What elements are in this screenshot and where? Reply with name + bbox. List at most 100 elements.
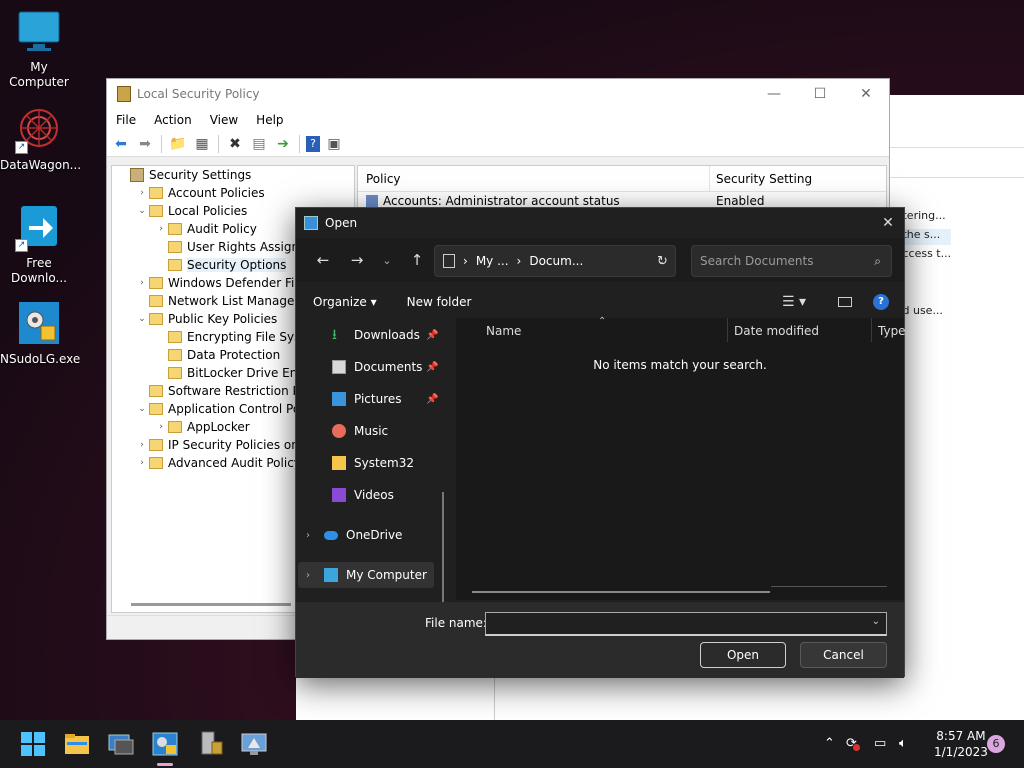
file-list: Name ⌃ Date modified Type No items match… bbox=[456, 316, 906, 600]
desktop-icon-label: NSudoLG.exe bbox=[0, 352, 81, 366]
app-settings-icon[interactable] bbox=[151, 730, 179, 766]
collapse-chevron-icon[interactable]: ⌄ bbox=[135, 314, 149, 324]
desktop-icon-nsudolg[interactable]: NSudoLG.exe bbox=[0, 300, 81, 367]
expand-chevron-icon[interactable]: › bbox=[135, 458, 149, 468]
notification-badge[interactable]: 6 bbox=[987, 735, 1005, 753]
expand-chevron-icon[interactable]: › bbox=[306, 530, 324, 541]
nav-item-system32[interactable]: System32 bbox=[332, 456, 414, 470]
download-icon: ⭳ bbox=[332, 327, 337, 343]
close-button[interactable]: ✕ bbox=[843, 86, 889, 102]
tree-item-label: Audit Policy bbox=[187, 222, 257, 236]
tree-item[interactable]: › Account Policies bbox=[112, 184, 354, 202]
console-icon[interactable]: ▣ bbox=[324, 134, 344, 154]
delete-icon[interactable]: ✖ bbox=[225, 134, 245, 154]
column-security-setting[interactable]: Security Setting bbox=[710, 172, 812, 186]
nav-item-music[interactable]: Music bbox=[332, 424, 388, 438]
list-header: Policy Security Setting bbox=[358, 166, 886, 192]
cancel-button[interactable]: Cancel bbox=[800, 642, 887, 668]
breadcrumb-my-computer[interactable]: My ... bbox=[476, 254, 509, 268]
back-arrow-icon[interactable]: ← bbox=[306, 251, 340, 269]
properties-icon[interactable]: ▤ bbox=[249, 134, 269, 154]
file-name-input[interactable]: ⌄ bbox=[485, 612, 887, 636]
desktop-icon-label: Free Downlo... bbox=[11, 256, 67, 285]
desktop-icon-my-computer[interactable]: My Computer bbox=[0, 8, 78, 90]
start-button-windows-icon[interactable] bbox=[19, 730, 47, 758]
nav-item-downloads[interactable]: ⭳ Downloads 📌 bbox=[332, 327, 438, 343]
videos-icon bbox=[332, 488, 346, 502]
back-arrow-icon[interactable]: ⬅ bbox=[111, 134, 131, 154]
file-name-dropdown-icon[interactable]: ⌄ bbox=[872, 616, 880, 627]
task-view-icon[interactable] bbox=[107, 730, 135, 758]
collapse-chevron-icon[interactable]: ⌄ bbox=[135, 206, 149, 216]
tree-item-label: Public Key Policies bbox=[168, 312, 278, 326]
maximize-button[interactable]: ☐ bbox=[797, 86, 843, 102]
organize-button[interactable]: Organize ▾ bbox=[296, 295, 377, 309]
nav-item-pictures[interactable]: Pictures 📌 bbox=[332, 392, 438, 406]
up-arrow-icon[interactable]: ↑ bbox=[400, 251, 434, 269]
refresh-icon[interactable]: ↻ bbox=[657, 254, 668, 269]
search-box[interactable]: Search Documents ⌕ bbox=[691, 245, 892, 277]
dialog-footer: File name: ⌄ Open Cancel bbox=[296, 602, 904, 678]
server-manager-icon[interactable] bbox=[196, 730, 224, 758]
nav-item-onedrive[interactable]: › OneDrive bbox=[306, 528, 402, 542]
expand-chevron-icon[interactable]: › bbox=[154, 422, 168, 432]
new-folder-button[interactable]: New folder bbox=[377, 295, 472, 309]
collapse-chevron-icon[interactable]: ⌄ bbox=[135, 404, 149, 414]
menu-help[interactable]: Help bbox=[247, 113, 292, 127]
expand-chevron-icon[interactable]: › bbox=[135, 278, 149, 288]
desktop-icon-free-download[interactable]: ↗ Free Downlo... bbox=[0, 204, 78, 286]
recent-locations-chevron-icon[interactable]: ⌄ bbox=[374, 254, 400, 267]
minimize-button[interactable]: — bbox=[751, 86, 797, 102]
forward-arrow-icon[interactable]: ➡ bbox=[135, 134, 155, 154]
empty-message: No items match your search. bbox=[593, 358, 767, 372]
computer-management-icon[interactable] bbox=[240, 730, 268, 758]
desktop-icon-datawagon[interactable]: ↗ DataWagon... bbox=[0, 106, 81, 173]
folder-icon bbox=[168, 241, 182, 253]
tree-item[interactable]: Security Settings bbox=[112, 166, 354, 184]
up-folder-icon[interactable]: 📁 bbox=[168, 134, 188, 154]
show-hidden-icons-chevron-icon[interactable]: ⌃ bbox=[824, 720, 835, 768]
volume-icon[interactable]: 🔈︎ bbox=[899, 720, 907, 768]
expand-chevron-icon[interactable]: › bbox=[306, 570, 324, 581]
expand-chevron-icon[interactable]: › bbox=[135, 440, 149, 450]
forward-arrow-icon[interactable]: → bbox=[340, 251, 374, 269]
search-icon[interactable]: ⌕ bbox=[874, 254, 881, 269]
nav-item-documents[interactable]: Documents 📌 bbox=[332, 360, 438, 374]
help-icon[interactable]: ? bbox=[873, 294, 889, 310]
file-explorer-icon[interactable] bbox=[63, 730, 91, 758]
menu-file[interactable]: File bbox=[107, 113, 145, 127]
dialog-close-button[interactable]: ✕ bbox=[872, 215, 904, 231]
column-date-modified[interactable]: Date modified bbox=[734, 324, 819, 338]
breadcrumb-separator: › bbox=[516, 254, 522, 268]
shortcut-arrow-icon: ↗ bbox=[15, 141, 28, 154]
change-view-icon[interactable]: ☰ ▾ bbox=[782, 294, 806, 310]
open-button[interactable]: Open bbox=[700, 642, 786, 668]
dialog-title-bar: Open ✕ bbox=[296, 208, 904, 238]
menu-view[interactable]: View bbox=[201, 113, 247, 127]
taskbar: ⌃ ⟳ ▭ 🔈︎ 8:57 AM 1/1/2023 6 bbox=[0, 720, 1024, 768]
column-policy[interactable]: Policy bbox=[358, 166, 710, 191]
system-clock[interactable]: 8:57 AM 1/1/2023 bbox=[934, 728, 988, 760]
network-icon[interactable]: ▭ bbox=[874, 720, 886, 768]
folder-icon bbox=[149, 187, 163, 199]
menu-action[interactable]: Action bbox=[145, 113, 201, 127]
horizontal-scrollbar[interactable] bbox=[472, 591, 770, 593]
nav-item-my-computer[interactable]: › My Computer bbox=[298, 562, 434, 588]
preview-pane-icon[interactable] bbox=[838, 297, 852, 307]
export-list-icon[interactable]: ➔ bbox=[273, 134, 293, 154]
tree-item-label: Application Control Polic bbox=[168, 402, 314, 416]
pictures-icon bbox=[332, 392, 346, 406]
expand-chevron-icon[interactable]: › bbox=[154, 224, 168, 234]
address-bar[interactable]: › My ... › Docum... ⌄ ↻ bbox=[434, 245, 676, 277]
pin-icon: 📌 bbox=[426, 393, 439, 405]
show-hide-tree-icon[interactable]: ▦ bbox=[192, 134, 212, 154]
help-icon[interactable]: ? bbox=[306, 135, 320, 152]
navigation-pane: ⭳ Downloads 📌 Documents 📌 Pictures 📌 Mus… bbox=[296, 318, 448, 652]
column-name[interactable]: Name bbox=[486, 324, 521, 338]
breadcrumb-documents[interactable]: Docum... bbox=[529, 254, 583, 268]
expand-chevron-icon[interactable]: › bbox=[135, 188, 149, 198]
sync-icon[interactable]: ⟳ bbox=[846, 720, 864, 768]
column-type[interactable]: Type bbox=[878, 324, 906, 338]
nav-item-videos[interactable]: Videos bbox=[332, 488, 394, 502]
policy-item-icon bbox=[366, 195, 378, 207]
